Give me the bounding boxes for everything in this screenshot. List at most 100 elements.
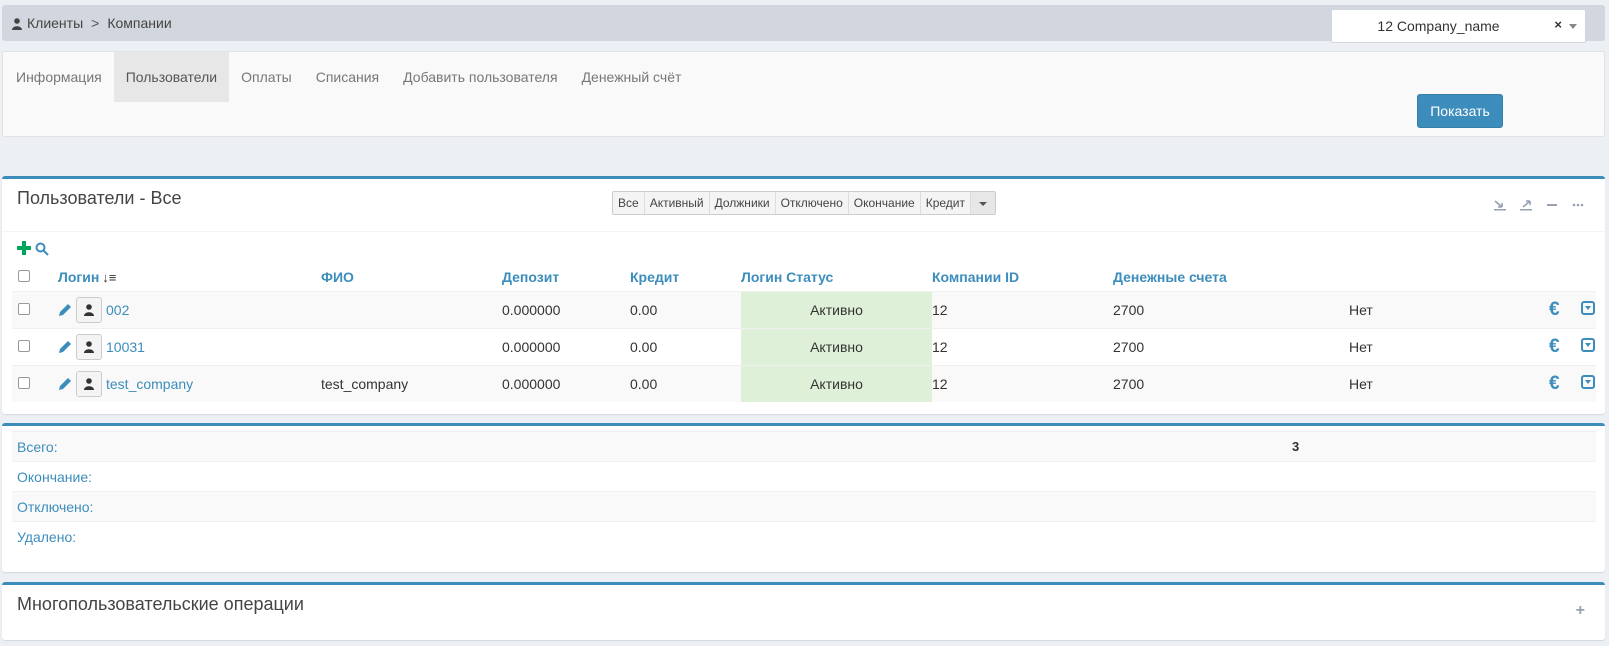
filter-disabled[interactable]: Отключено	[776, 192, 849, 214]
tab-payments[interactable]: Оплаты	[229, 52, 304, 102]
filter-dropdown-button[interactable]	[971, 192, 996, 214]
credit-cell: 0.00	[630, 327, 741, 365]
credit-cell: 0.00	[630, 364, 741, 402]
summary-label: Всего:	[12, 431, 1292, 462]
chevron-down-icon[interactable]	[1569, 24, 1577, 29]
summary-value	[1292, 521, 1596, 552]
column-header-deposit[interactable]: Депозит	[502, 263, 630, 291]
tabs-panel: Информация Пользователи Оплаты Списания …	[2, 51, 1605, 137]
company-select-value: 12 Company_name	[1377, 18, 1500, 34]
login-link[interactable]: 002	[106, 302, 129, 318]
caret-down-box-icon[interactable]	[1581, 300, 1596, 315]
row-checkbox[interactable]	[18, 302, 30, 315]
breadcrumb-current: Компании	[107, 15, 172, 31]
extra-cell: Нет	[1349, 364, 1549, 402]
summary-value: 3	[1292, 431, 1596, 462]
accounts-cell: 2700	[1113, 290, 1349, 328]
euro-icon[interactable]: €	[1549, 336, 1560, 357]
expand-plus-icon[interactable]: +	[1576, 602, 1585, 620]
more-icon[interactable]	[1571, 199, 1585, 211]
filter-debtors[interactable]: Должники	[710, 192, 776, 214]
table-row: 10031 0.000000 0.00 Активно 12 2700 Нет …	[12, 327, 1596, 365]
fio-cell	[321, 290, 502, 328]
summary-label: Удалено:	[12, 521, 1292, 552]
row-checkbox[interactable]	[18, 376, 30, 389]
breadcrumb-clients[interactable]: Клиенты	[27, 15, 83, 31]
pencil-icon[interactable]	[58, 340, 72, 354]
minus-icon[interactable]	[1545, 199, 1559, 211]
clear-icon[interactable]: ×	[1554, 17, 1562, 32]
summary-table: Всего: 3 Окончание: Отключено: Удалено:	[12, 431, 1596, 552]
column-header-money-accounts[interactable]: Денежные счета	[1113, 263, 1349, 291]
extra-cell: Нет	[1349, 290, 1549, 328]
pencil-icon[interactable]	[58, 303, 72, 317]
multi-operations-box: Многопользовательские операции +	[2, 582, 1605, 640]
login-link[interactable]: 10031	[106, 339, 145, 355]
import-icon[interactable]	[1493, 199, 1507, 211]
fio-cell: test_company	[321, 364, 502, 402]
select-all-checkbox[interactable]	[18, 269, 30, 282]
status-cell: Активно	[741, 364, 932, 402]
extra-cell: Нет	[1349, 327, 1549, 365]
column-header-credit[interactable]: Кредит	[630, 263, 741, 291]
column-header-login[interactable]: Логин ↓≡	[58, 263, 321, 291]
credit-cell: 0.00	[630, 290, 741, 328]
column-header-company-id[interactable]: Компании ID	[932, 263, 1113, 291]
sort-icon[interactable]: ↓≡	[102, 270, 116, 285]
row-checkbox[interactable]	[18, 339, 30, 352]
login-link[interactable]: test_company	[106, 376, 193, 392]
euro-icon[interactable]: €	[1549, 373, 1560, 394]
summary-row-disabled: Отключено:	[12, 491, 1596, 522]
user-profile-button[interactable]	[76, 333, 102, 360]
filter-credit[interactable]: Кредит	[921, 192, 972, 214]
summary-label: Отключено:	[12, 491, 1292, 522]
box-tools	[1493, 199, 1585, 211]
add-icon[interactable]	[17, 241, 31, 257]
company-id-cell: 12	[932, 290, 1113, 328]
company-select[interactable]: 12 Company_name ×	[1331, 9, 1586, 43]
deposit-cell: 0.000000	[502, 290, 630, 328]
users-box: Пользователи - Все Все Активный Должники…	[2, 176, 1605, 414]
tab-add-user[interactable]: Добавить пользователя	[391, 52, 569, 102]
status-cell: Активно	[741, 327, 932, 365]
caret-down-box-icon[interactable]	[1581, 337, 1596, 352]
column-header-fio[interactable]: ФИО	[321, 263, 502, 291]
company-id-cell: 12	[932, 327, 1113, 365]
summary-row-expired: Окончание:	[12, 461, 1596, 492]
users-table: Логин ↓≡ ФИО Депозит Кредит Логин Статус …	[12, 263, 1596, 402]
summary-box: Всего: 3 Окончание: Отключено: Удалено:	[2, 423, 1605, 572]
accounts-cell: 2700	[1113, 327, 1349, 365]
export-icon[interactable]	[1519, 199, 1533, 211]
nav-tabs: Информация Пользователи Оплаты Списания …	[4, 52, 693, 102]
search-icon[interactable]	[35, 242, 49, 256]
company-id-cell: 12	[932, 364, 1113, 402]
table-header-row: Логин ↓≡ ФИО Депозит Кредит Логин Статус …	[12, 263, 1596, 291]
user-profile-button[interactable]	[76, 370, 102, 397]
summary-label: Окончание:	[12, 461, 1292, 492]
tab-users[interactable]: Пользователи	[113, 52, 230, 102]
deposit-cell: 0.000000	[502, 327, 630, 365]
show-button[interactable]: Показать	[1417, 94, 1503, 128]
euro-icon[interactable]: €	[1549, 299, 1560, 320]
summary-row-deleted: Удалено:	[12, 521, 1596, 552]
tab-charges[interactable]: Списания	[304, 52, 391, 102]
filter-active[interactable]: Активный	[645, 192, 710, 214]
box-divider	[2, 231, 1605, 232]
accounts-cell: 2700	[1113, 364, 1349, 402]
user-icon	[12, 18, 22, 30]
tab-money-account[interactable]: Денежный счёт	[570, 52, 694, 102]
filter-expired[interactable]: Окончание	[849, 192, 921, 214]
multi-operations-title: Многопользовательские операции	[17, 594, 304, 614]
tab-information[interactable]: Информация	[4, 52, 114, 102]
caret-down-box-icon[interactable]	[1581, 374, 1596, 389]
summary-value	[1292, 461, 1596, 492]
filter-all[interactable]: Все	[613, 192, 645, 214]
column-header-login-status[interactable]: Логин Статус	[741, 263, 932, 291]
summary-value	[1292, 491, 1596, 522]
users-box-title: Пользователи - Все	[17, 188, 182, 208]
status-cell: Активно	[741, 290, 932, 328]
pencil-icon[interactable]	[58, 377, 72, 391]
breadcrumb-separator: >	[91, 15, 100, 31]
table-row: test_company test_company 0.000000 0.00 …	[12, 364, 1596, 402]
user-profile-button[interactable]	[76, 296, 102, 323]
